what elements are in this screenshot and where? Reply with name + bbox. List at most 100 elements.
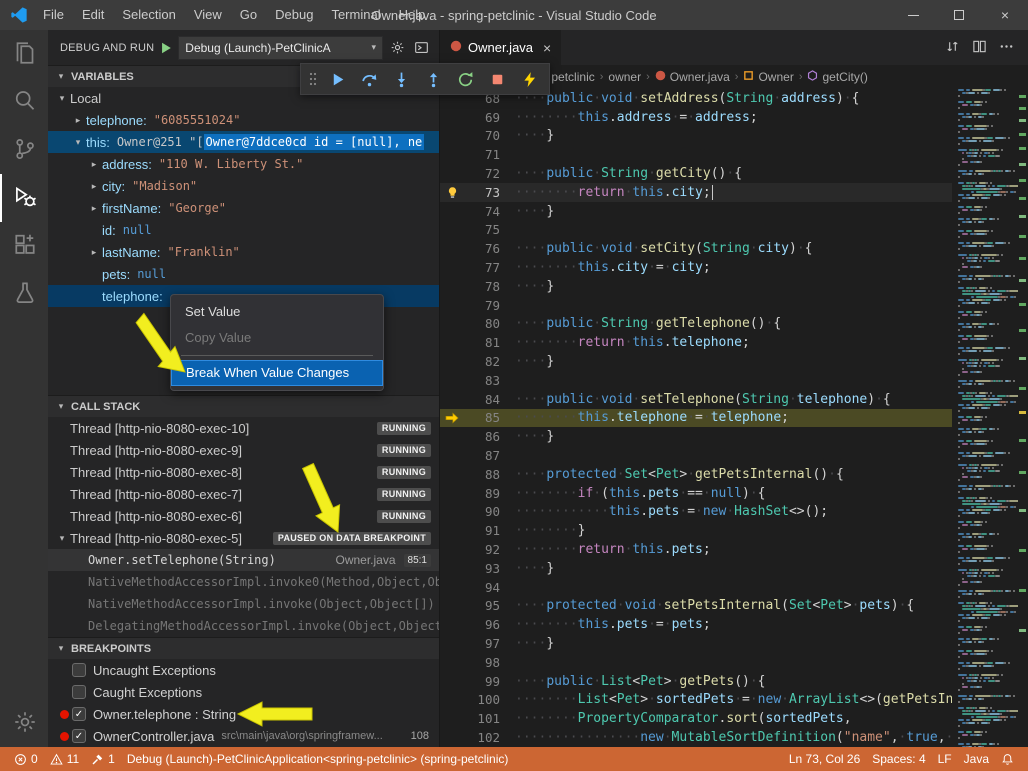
status-language[interactable]: Java — [958, 747, 995, 771]
tab-owner-java[interactable]: Owner.java × — [440, 30, 561, 65]
line-number[interactable]: 78 — [464, 279, 500, 294]
call-stack-thread[interactable]: ▾Thread [http-nio-8080-exec-5]PAUSED ON … — [48, 527, 439, 549]
code-line-97[interactable]: 97····} — [440, 634, 952, 653]
breakpoints-section-header[interactable]: ▾ BREAKPOINTS — [48, 637, 439, 659]
activity-run-and-debug[interactable] — [0, 174, 48, 222]
code-line-85[interactable]: 85········this.telephone·=·telephone; — [440, 409, 952, 428]
status-indentation[interactable]: Spaces: 4 — [866, 747, 931, 771]
code-line-82[interactable]: 82····} — [440, 352, 952, 371]
chevron-down-icon[interactable]: ▾ — [54, 533, 70, 544]
activity-extensions[interactable] — [0, 222, 48, 270]
code-line-80[interactable]: 80····public·String·getTelephone()·{ — [440, 315, 952, 334]
more-actions-icon[interactable] — [999, 39, 1014, 57]
call-stack-thread[interactable]: Thread [http-nio-8080-exec-8]RUNNING — [48, 461, 439, 483]
line-number[interactable]: 91 — [464, 523, 500, 538]
code-line-83[interactable]: 83 — [440, 371, 952, 390]
breadcrumb-item[interactable]: Owner — [743, 70, 793, 84]
code-line-79[interactable]: 79 — [440, 296, 952, 315]
launch-config-select[interactable]: Debug (Launch)-PetClinicA ▾ — [178, 36, 383, 60]
line-number[interactable]: 79 — [464, 298, 500, 313]
line-number[interactable]: 101 — [464, 711, 500, 726]
line-number[interactable]: 88 — [464, 467, 500, 482]
code-line-102[interactable]: 102················new·MutableSortDefini… — [440, 728, 952, 747]
activity-explorer[interactable] — [0, 30, 48, 78]
code-line-73[interactable]: 73········return·this.city; — [440, 183, 952, 202]
menu-item-set-value[interactable]: Set Value — [171, 299, 383, 325]
breakpoint-row[interactable]: Caught Exceptions — [48, 681, 439, 703]
line-number[interactable]: 74 — [464, 204, 500, 219]
minimap[interactable] — [954, 89, 1018, 747]
variable-row[interactable]: pets:null — [48, 263, 439, 285]
code-line-90[interactable]: 90············this.pets·=·new·HashSet<>(… — [440, 503, 952, 522]
status-build-status[interactable]: 1 — [85, 747, 121, 771]
line-number[interactable]: 83 — [464, 373, 500, 388]
line-number[interactable]: 99 — [464, 674, 500, 689]
menu-selection[interactable]: Selection — [113, 0, 184, 30]
call-stack-frame[interactable]: DelegatingMethodAccessorImpl.invoke(Obje… — [48, 615, 439, 637]
step-out-button[interactable] — [418, 65, 449, 93]
variable-row[interactable]: ▾this:Owner@251 "[Owner@7ddce0cd id = [n… — [48, 131, 439, 153]
variable-row[interactable]: ▸lastName:"Franklin" — [48, 241, 439, 263]
code-line-96[interactable]: 96········this.pets·=·pets; — [440, 615, 952, 634]
menu-file[interactable]: File — [34, 0, 73, 30]
code-line-75[interactable]: 75 — [440, 221, 952, 240]
menu-view[interactable]: View — [185, 0, 231, 30]
breadcrumb-item[interactable]: owner — [608, 70, 641, 84]
line-number[interactable]: 75 — [464, 222, 500, 237]
start-debugging-icon[interactable] — [159, 41, 173, 55]
code-line-94[interactable]: 94 — [440, 578, 952, 597]
breakpoint-row[interactable]: ✓Owner.telephone : String — [48, 703, 439, 725]
variable-row[interactable]: ▸address:"110 W. Liberty St." — [48, 153, 439, 175]
line-number[interactable]: 95 — [464, 598, 500, 613]
code-line-95[interactable]: 95····protected·void·setPetsInternal(Set… — [440, 597, 952, 616]
line-number[interactable]: 94 — [464, 580, 500, 595]
status-cursor-position[interactable]: Ln 73, Col 26 — [783, 747, 866, 771]
code-line-70[interactable]: 70····} — [440, 127, 952, 146]
call-stack-section-header[interactable]: ▾ CALL STACK — [48, 395, 439, 417]
activity-source-control[interactable] — [0, 126, 48, 174]
line-number[interactable]: 77 — [464, 260, 500, 275]
line-number[interactable]: 71 — [464, 147, 500, 162]
line-number[interactable]: 89 — [464, 486, 500, 501]
line-number[interactable]: 72 — [464, 166, 500, 181]
code-line-91[interactable]: 91········} — [440, 521, 952, 540]
debug-console-icon[interactable] — [412, 40, 431, 55]
menu-go[interactable]: Go — [231, 0, 266, 30]
code-line-81[interactable]: 81········return·this.telephone; — [440, 333, 952, 352]
line-number[interactable]: 82 — [464, 354, 500, 369]
line-number[interactable]: 81 — [464, 335, 500, 350]
call-stack-thread[interactable]: Thread [http-nio-8080-exec-6]RUNNING — [48, 505, 439, 527]
chevron-right-icon[interactable]: ▸ — [86, 203, 102, 214]
breakpoint-row[interactable]: ✓OwnerController.javasrc\main\java\org\s… — [48, 725, 439, 747]
step-over-button[interactable] — [354, 65, 385, 93]
variable-row[interactable]: ▸telephone:"6085551024" — [48, 109, 439, 131]
line-number[interactable]: 70 — [464, 128, 500, 143]
breakpoint-checkbox[interactable] — [72, 685, 86, 699]
line-number[interactable]: 100 — [464, 692, 500, 707]
code-line-78[interactable]: 78····} — [440, 277, 952, 296]
line-number[interactable]: 80 — [464, 316, 500, 331]
status-warnings[interactable]: 11 — [44, 747, 85, 771]
code-line-84[interactable]: 84····public·void·setTelephone(String·te… — [440, 390, 952, 409]
line-number[interactable]: 84 — [464, 392, 500, 407]
line-number[interactable]: 92 — [464, 542, 500, 557]
code-line-71[interactable]: 71 — [440, 145, 952, 164]
line-number[interactable]: 87 — [464, 448, 500, 463]
chevron-right-icon[interactable]: ▸ — [70, 115, 86, 126]
chevron-down-icon[interactable]: ▾ — [70, 137, 86, 148]
stop-button[interactable] — [482, 65, 513, 93]
chevron-right-icon[interactable]: ▸ — [86, 181, 102, 192]
line-number[interactable]: 73 — [464, 185, 500, 200]
chevron-right-icon[interactable]: ▸ — [86, 159, 102, 170]
breadcrumb-item[interactable]: getCity() — [807, 70, 867, 84]
activity-search[interactable] — [0, 78, 48, 126]
line-number[interactable]: 98 — [464, 655, 500, 670]
code-line-101[interactable]: 101········PropertyComparator.sort(sorte… — [440, 709, 952, 728]
breadcrumb-item[interactable]: Owner.java — [655, 70, 730, 84]
line-number[interactable]: 85 — [464, 410, 500, 425]
code-line-89[interactable]: 89········if·(this.pets·==·null)·{ — [440, 484, 952, 503]
line-number[interactable]: 97 — [464, 636, 500, 651]
activity-settings[interactable] — [0, 699, 48, 747]
menu-item-break-when-value-changes[interactable]: Break When Value Changes — [171, 360, 383, 386]
line-number[interactable]: 90 — [464, 504, 500, 519]
